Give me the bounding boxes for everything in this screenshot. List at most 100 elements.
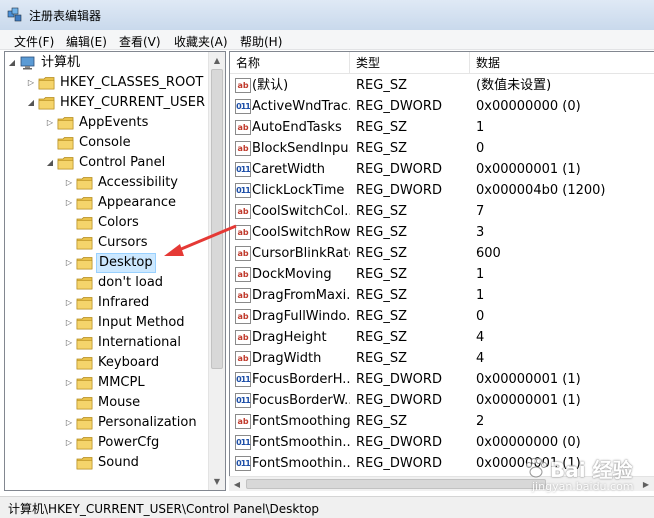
column-header-type[interactable]: 类型 [350,52,470,74]
menu-favorites[interactable]: 收藏夹(A) [172,32,230,51]
tree-node-label: don't load [98,275,164,290]
value-row[interactable]: ab CoolSwitchCol... REG_SZ 7 [230,201,654,222]
value-row[interactable]: 011 FontSmoothin... REG_DWORD 0x00000000 (0… [230,432,654,453]
expand-arrow-icon[interactable]: ▷ [26,73,36,93]
value-row[interactable]: 011 FocusBorderW... REG_DWORD 0x00000001 (1… [230,390,654,411]
value-data: 0x00000000 (0) [476,435,581,450]
string-value-icon: ab [235,351,251,366]
watermark-url: jingyan.baidu.com [532,480,634,493]
tree-node[interactable]: ◢ Control Panel [5,153,210,173]
tree-node[interactable]: ▷ Appearance [5,193,210,213]
tree-node[interactable]: ▷ Accessibility [5,173,210,193]
tree-node-label: Control Panel [79,155,166,170]
scroll-up-icon[interactable]: ▲ [209,52,225,69]
value-data: 3 [476,225,485,240]
tree-node[interactable]: ▷ HKEY_CLASSES_ROOT [5,73,210,93]
value-row[interactable]: ab DragFullWindo... REG_SZ 0 [230,306,654,327]
tree-scroll-thumb[interactable] [211,69,223,369]
folder-icon [76,176,93,190]
value-name: FocusBorderH... [252,372,350,387]
value-list[interactable]: 名称 类型 数据 ab (默认) REG_SZ (数值未设置) 011 ActiveWnd… [229,51,654,476]
value-row[interactable]: ab FontSmoothing REG_SZ 2 [230,411,654,432]
tree-node[interactable]: don't load [5,273,210,293]
value-name: DockMoving [252,267,332,282]
expand-arrow-icon[interactable]: ▷ [64,253,74,273]
folder-icon [76,316,93,330]
value-row[interactable]: ab CoolSwitchRows REG_SZ 3 [230,222,654,243]
menu-file[interactable]: 文件(F) [12,32,56,51]
tree-node[interactable]: Mouse [5,393,210,413]
value-data: 0 [476,309,485,324]
scroll-left-icon[interactable]: ◀ [229,477,245,492]
tree-node[interactable]: ▷ Infrared [5,293,210,313]
value-row[interactable]: ab CursorBlinkRate REG_SZ 600 [230,243,654,264]
value-data: 1 [476,267,485,282]
tree-vertical-scrollbar[interactable]: ▲ ▼ [208,52,225,490]
value-row[interactable]: 011 ClickLockTime REG_DWORD 0x000004b0 (120… [230,180,654,201]
tree-node-label: AppEvents [79,115,149,130]
tree-node[interactable]: ◢ HKEY_CURRENT_USER [5,93,210,113]
collapse-arrow-icon[interactable]: ◢ [45,153,55,173]
value-row[interactable]: 011 ActiveWndTrac... REG_DWORD 0x00000000 (… [230,96,654,117]
tree-node[interactable]: ▷ PowerCfg [5,433,210,453]
tree-node[interactable]: ▷ AppEvents [5,113,210,133]
expand-arrow-icon[interactable]: ▷ [45,113,55,133]
value-type: REG_SZ [356,204,407,219]
tree-node[interactable]: Keyboard [5,353,210,373]
value-row[interactable]: ab BlockSendInpu... REG_SZ 0 [230,138,654,159]
value-row[interactable]: ab DragWidth REG_SZ 4 [230,348,654,369]
menu-view[interactable]: 查看(V) [117,32,163,51]
tree-node[interactable]: ◢ 计算机 [5,53,210,73]
menu-edit[interactable]: 编辑(E) [64,32,109,51]
expand-arrow-icon[interactable]: ▷ [64,293,74,313]
column-header-data[interactable]: 数据 [470,52,654,74]
tree-node[interactable]: ▷ Input Method [5,313,210,333]
value-row[interactable]: 011 CaretWidth REG_DWORD 0x00000001 (1) [230,159,654,180]
value-name: ActiveWndTrac... [252,99,350,114]
expand-arrow-icon[interactable]: ▷ [64,373,74,393]
tree-node-label: International [98,335,181,350]
string-value-icon: ab [235,78,251,93]
registry-tree[interactable]: ◢ 计算机 ▷ HKEY_CLASSES_ROOT ◢ HKEY_CURRENT_USER… [4,51,226,491]
folder-icon [76,236,93,250]
tree-node[interactable]: Console [5,133,210,153]
tree-node-label: 计算机 [41,55,81,70]
tree-node[interactable]: ▷ Personalization [5,413,210,433]
tree-node[interactable]: ▷ MMCPL [5,373,210,393]
expand-arrow-icon[interactable]: ▷ [64,413,74,433]
value-data: 7 [476,204,485,219]
value-row[interactable]: ab DragHeight REG_SZ 4 [230,327,654,348]
value-row[interactable]: ab AutoEndTasks REG_SZ 1 [230,117,654,138]
value-type: REG_DWORD [356,372,442,387]
value-row[interactable]: ab (默认) REG_SZ (数值未设置) [230,75,654,96]
expand-arrow-icon[interactable]: ▷ [64,193,74,213]
value-data: 4 [476,351,485,366]
folder-icon [76,216,93,230]
collapse-arrow-icon[interactable]: ◢ [26,93,36,113]
value-row[interactable]: ab DragFromMaxi... REG_SZ 1 [230,285,654,306]
expand-arrow-icon[interactable]: ▷ [64,433,74,453]
dword-value-icon: 011 [235,372,251,387]
value-name: CoolSwitchCol... [252,204,350,219]
value-data: 0 [476,141,485,156]
value-data: 600 [476,246,501,261]
value-row[interactable]: 011 FocusBorderH... REG_DWORD 0x00000001 (1… [230,369,654,390]
column-header-name[interactable]: 名称 [230,52,350,74]
expand-arrow-icon[interactable]: ▷ [64,333,74,353]
value-type: REG_SZ [356,330,407,345]
tree-node[interactable]: ▷ International [5,333,210,353]
scroll-down-icon[interactable]: ▼ [209,473,225,490]
dword-value-icon: 011 [235,162,251,177]
value-type: REG_SZ [356,288,407,303]
value-row[interactable]: ab DockMoving REG_SZ 1 [230,264,654,285]
string-value-icon: ab [235,120,251,135]
menu-help[interactable]: 帮助(H) [238,32,284,51]
collapse-arrow-icon[interactable]: ◢ [7,53,17,73]
value-data: 0x00000000 (0) [476,99,581,114]
value-type: REG_DWORD [356,99,442,114]
tree-node[interactable]: Sound [5,453,210,473]
value-type: REG_SZ [356,267,407,282]
value-type: REG_SZ [356,414,407,429]
expand-arrow-icon[interactable]: ▷ [64,173,74,193]
expand-arrow-icon[interactable]: ▷ [64,313,74,333]
